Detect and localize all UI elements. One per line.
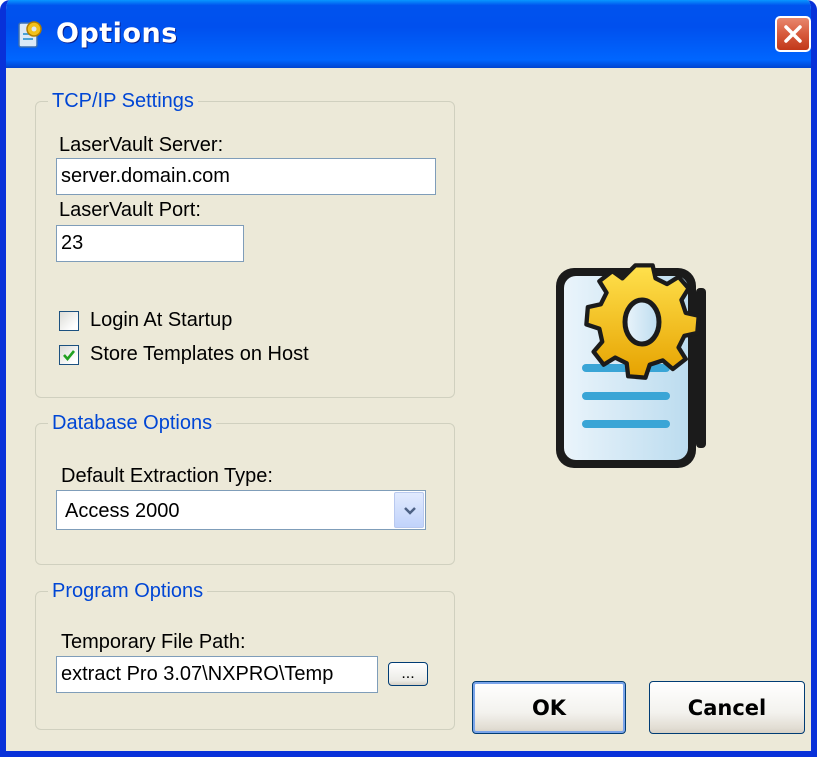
database-options-group: Database Options (35, 412, 455, 565)
ok-button-label: OK (531, 696, 567, 720)
cancel-button[interactable]: Cancel (649, 681, 805, 734)
tcpip-settings-legend: TCP/IP Settings (52, 90, 194, 112)
close-button[interactable] (775, 16, 811, 52)
ok-button[interactable]: OK (472, 681, 626, 734)
browse-button[interactable]: ... (388, 662, 428, 686)
program-options-legend: Program Options (52, 580, 204, 602)
server-input[interactable]: server.domain.com (56, 158, 436, 195)
program-options-group: Program Options (35, 580, 455, 730)
login-at-startup-checkbox[interactable] (59, 311, 79, 331)
port-input[interactable]: 23 (56, 225, 244, 262)
title-bar[interactable]: Options (6, 0, 811, 68)
extraction-type-label: Default Extraction Type: (61, 465, 273, 487)
chevron-down-icon (404, 507, 416, 515)
options-app-icon (18, 21, 42, 48)
dropdown-button[interactable] (394, 492, 424, 528)
temp-path-label: Temporary File Path: (61, 631, 246, 653)
store-templates-checkbox[interactable] (59, 345, 79, 365)
database-options-legend: Database Options (52, 412, 213, 434)
checkmark-icon (63, 350, 76, 362)
dialog-content: TCP/IP Settings LaserVault Server: serve… (6, 68, 811, 751)
store-templates-label[interactable]: Store Templates on Host (90, 343, 309, 366)
login-at-startup-label[interactable]: Login At Startup (90, 309, 232, 332)
cancel-button-label: Cancel (687, 696, 767, 720)
document-gear-icon (556, 263, 706, 468)
port-label: LaserVault Port: (59, 199, 201, 221)
extraction-type-select[interactable]: Access 2000 (56, 490, 426, 530)
server-label: LaserVault Server: (59, 134, 224, 156)
window-title: Options (56, 18, 178, 49)
options-dialog: Options TCP/IP Settings LaserVault Serve… (0, 0, 817, 757)
extraction-type-value: Access 2000 (65, 500, 180, 522)
temp-path-input[interactable]: extract Pro 3.07\NXPRO\Temp (56, 656, 378, 693)
close-icon (784, 25, 802, 43)
